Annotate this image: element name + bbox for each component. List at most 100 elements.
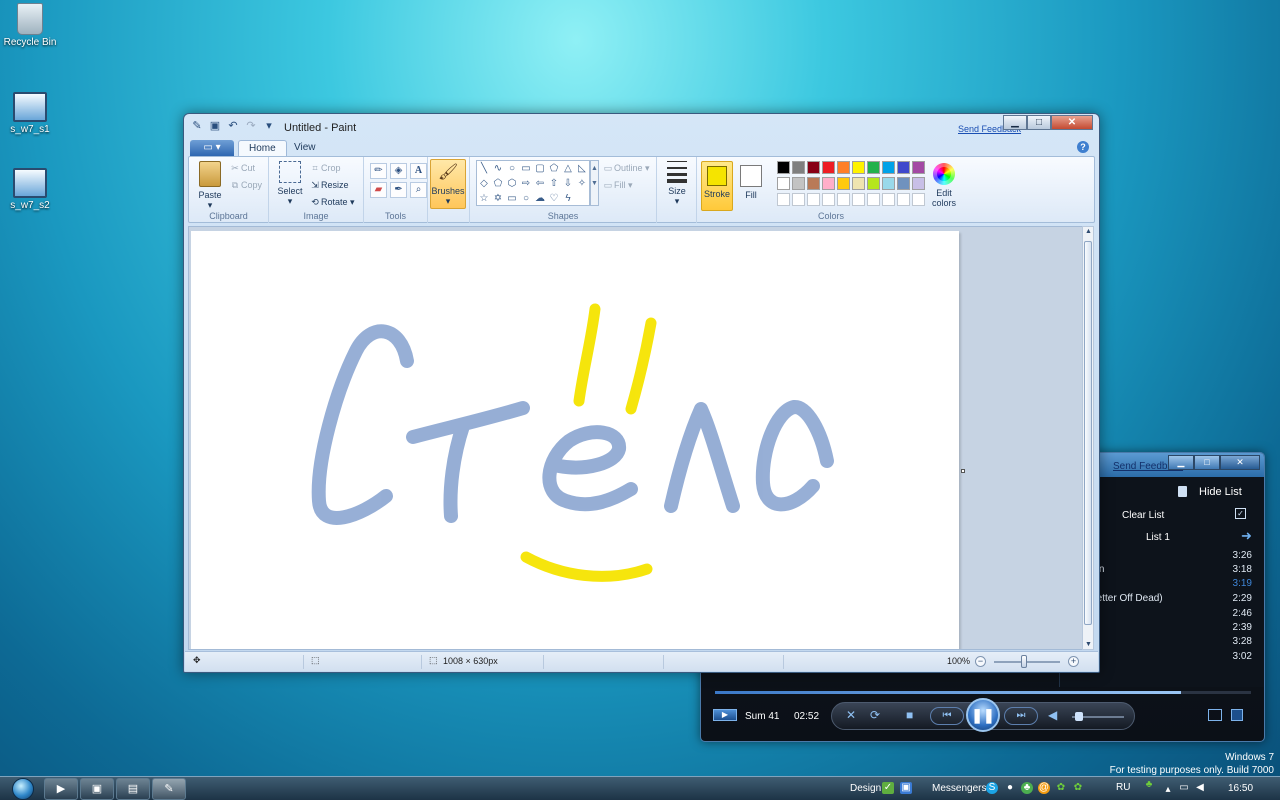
messenger-icon[interactable]: ♣ (1021, 782, 1033, 794)
icq-icon[interactable]: ✿ (1055, 782, 1067, 794)
left-arrow-shape-icon[interactable]: ⇦ (533, 176, 547, 191)
paint-menu-button[interactable]: ▭ ▾ (190, 140, 234, 156)
taskbar-document[interactable]: ▤ (116, 778, 150, 800)
triangle-shape-icon[interactable]: △ (561, 161, 575, 176)
canvas-resize-handle[interactable] (961, 469, 965, 473)
heart-shape-icon[interactable]: ♡ (547, 191, 561, 205)
palette-swatch[interactable] (912, 193, 925, 206)
taskbar-media-player[interactable]: ▶ (44, 778, 78, 800)
switch-to-library-icon[interactable] (1208, 709, 1222, 721)
palette-swatch[interactable] (807, 161, 820, 174)
maximize-button[interactable]: □ (1194, 455, 1220, 470)
resize-button[interactable]: ⇲ Resize (309, 180, 348, 191)
clear-list-button[interactable]: Clear List (1122, 510, 1164, 521)
palette-swatch[interactable] (897, 193, 910, 206)
palette-swatch[interactable] (867, 177, 880, 190)
curve-shape-icon[interactable]: ∿ (491, 161, 505, 176)
tab-home[interactable]: Home (238, 140, 287, 157)
rotate-button[interactable]: ⟲ Rotate ▾ (309, 197, 354, 208)
palette-swatch[interactable] (822, 177, 835, 190)
seek-bar[interactable] (715, 691, 1251, 694)
taskbar-paint[interactable]: ✎ (152, 778, 186, 800)
design-app-icon[interactable]: ✓ (882, 782, 894, 794)
diamond-shape-icon[interactable]: ◇ (477, 176, 491, 191)
redo-icon[interactable]: ↷ (244, 119, 258, 133)
eraser-icon[interactable]: ▰ (370, 182, 387, 198)
fill-button[interactable]: ▭ Fill ▾ (602, 180, 633, 191)
four-point-star-shape-icon[interactable]: ✧ (575, 176, 589, 191)
start-button[interactable] (4, 777, 44, 800)
color-picker-icon[interactable]: ✒ (390, 182, 407, 198)
palette-swatch[interactable] (882, 161, 895, 174)
hide-list-button[interactable]: Hide List (1199, 486, 1242, 498)
palette-swatch[interactable] (777, 161, 790, 174)
polygon-shape-icon[interactable]: ⬠ (547, 161, 561, 176)
zoom-in-button[interactable]: + (1068, 656, 1079, 667)
lightning-shape-icon[interactable]: ϟ (561, 191, 575, 205)
palette-swatch[interactable] (837, 161, 850, 174)
palette-swatch[interactable] (897, 177, 910, 190)
undo-icon[interactable]: ↶ (226, 119, 240, 133)
palette-swatch[interactable] (852, 161, 865, 174)
palette-swatch[interactable] (822, 161, 835, 174)
paste-button[interactable]: Paste ▾ (195, 161, 225, 211)
palette-swatch[interactable] (912, 177, 925, 190)
minimize-button[interactable]: ▁ (1168, 455, 1194, 470)
oval-shape-icon[interactable]: ○ (505, 161, 519, 176)
show-hidden-icons-icon[interactable]: ▴ (1162, 784, 1174, 796)
up-arrow-shape-icon[interactable]: ⇧ (547, 176, 561, 191)
five-point-star-shape-icon[interactable]: ☆ (477, 191, 491, 205)
down-arrow-shape-icon[interactable]: ⇩ (561, 176, 575, 191)
hexagon-shape-icon[interactable]: ⬡ (505, 176, 519, 191)
close-button[interactable]: ✕ (1051, 115, 1093, 130)
chat-icon[interactable]: ● (1004, 782, 1016, 794)
network-icon[interactable]: ▭ (1178, 782, 1190, 794)
input-language[interactable]: RU (1116, 782, 1130, 793)
right-triangle-shape-icon[interactable]: ◺ (575, 161, 589, 176)
palette-swatch[interactable] (807, 193, 820, 206)
fill-bucket-icon[interactable]: ◈ (390, 163, 407, 179)
size-button[interactable]: Size ▾ (663, 161, 691, 207)
arrow-right-icon[interactable]: ➜ (1241, 528, 1252, 544)
pause-button[interactable]: ❚❚ (966, 698, 1000, 732)
select-button[interactable]: Select ▾ (275, 161, 305, 207)
palette-swatch[interactable] (777, 177, 790, 190)
palette-swatch[interactable] (867, 193, 880, 206)
drawing-canvas[interactable] (191, 231, 965, 649)
list-options-icon[interactable]: ✓ (1235, 508, 1246, 519)
palette-swatch[interactable] (807, 177, 820, 190)
six-point-star-shape-icon[interactable]: ✡ (491, 191, 505, 205)
palette-swatch[interactable] (792, 193, 805, 206)
palette-swatch[interactable] (837, 193, 850, 206)
outline-button[interactable]: ▭ Outline ▾ (602, 163, 650, 174)
stop-icon[interactable]: ■ (906, 708, 913, 722)
maximize-button[interactable]: □ (1027, 115, 1051, 130)
palette-swatch[interactable] (852, 177, 865, 190)
desktop-icon-s-w7-s2[interactable]: s_w7_s2 (0, 168, 60, 211)
volume-icon[interactable]: ◀ (1194, 782, 1206, 794)
palette-swatch[interactable] (777, 193, 790, 206)
fullscreen-icon[interactable] (1231, 709, 1243, 721)
brushes-button[interactable]: 🖌 Brushes ▾ (430, 159, 466, 209)
callout-cloud-shape-icon[interactable]: ☁ (533, 191, 547, 205)
rounded-rectangle-shape-icon[interactable]: ▢ (533, 161, 547, 176)
mail-agent-icon[interactable]: @ (1038, 782, 1050, 794)
palette-swatch[interactable] (882, 177, 895, 190)
edit-colors-button[interactable]: Edit colors (929, 161, 959, 208)
volume-thumb[interactable] (1075, 712, 1083, 721)
design-app-icon-2[interactable]: ▣ (900, 782, 912, 794)
tab-view[interactable]: View (284, 140, 326, 157)
palette-swatch[interactable] (822, 193, 835, 206)
pentagon-shape-icon[interactable]: ⬠ (491, 176, 505, 191)
pencil-icon[interactable]: ✏ (370, 163, 387, 179)
zoom-out-button[interactable]: − (975, 656, 986, 667)
palette-swatch[interactable] (912, 161, 925, 174)
cut-button[interactable]: ✂ Cut (229, 163, 255, 174)
vertical-scrollbar[interactable]: ▲ ▼ (1082, 226, 1094, 650)
mute-icon[interactable]: ◀ (1048, 708, 1057, 722)
line-shape-icon[interactable]: ╲ (477, 161, 491, 176)
scroll-down-icon[interactable]: ▼ (1084, 641, 1093, 648)
palette-swatch[interactable] (792, 177, 805, 190)
shuffle-icon[interactable]: ✕ (846, 708, 856, 722)
palette-swatch[interactable] (792, 161, 805, 174)
